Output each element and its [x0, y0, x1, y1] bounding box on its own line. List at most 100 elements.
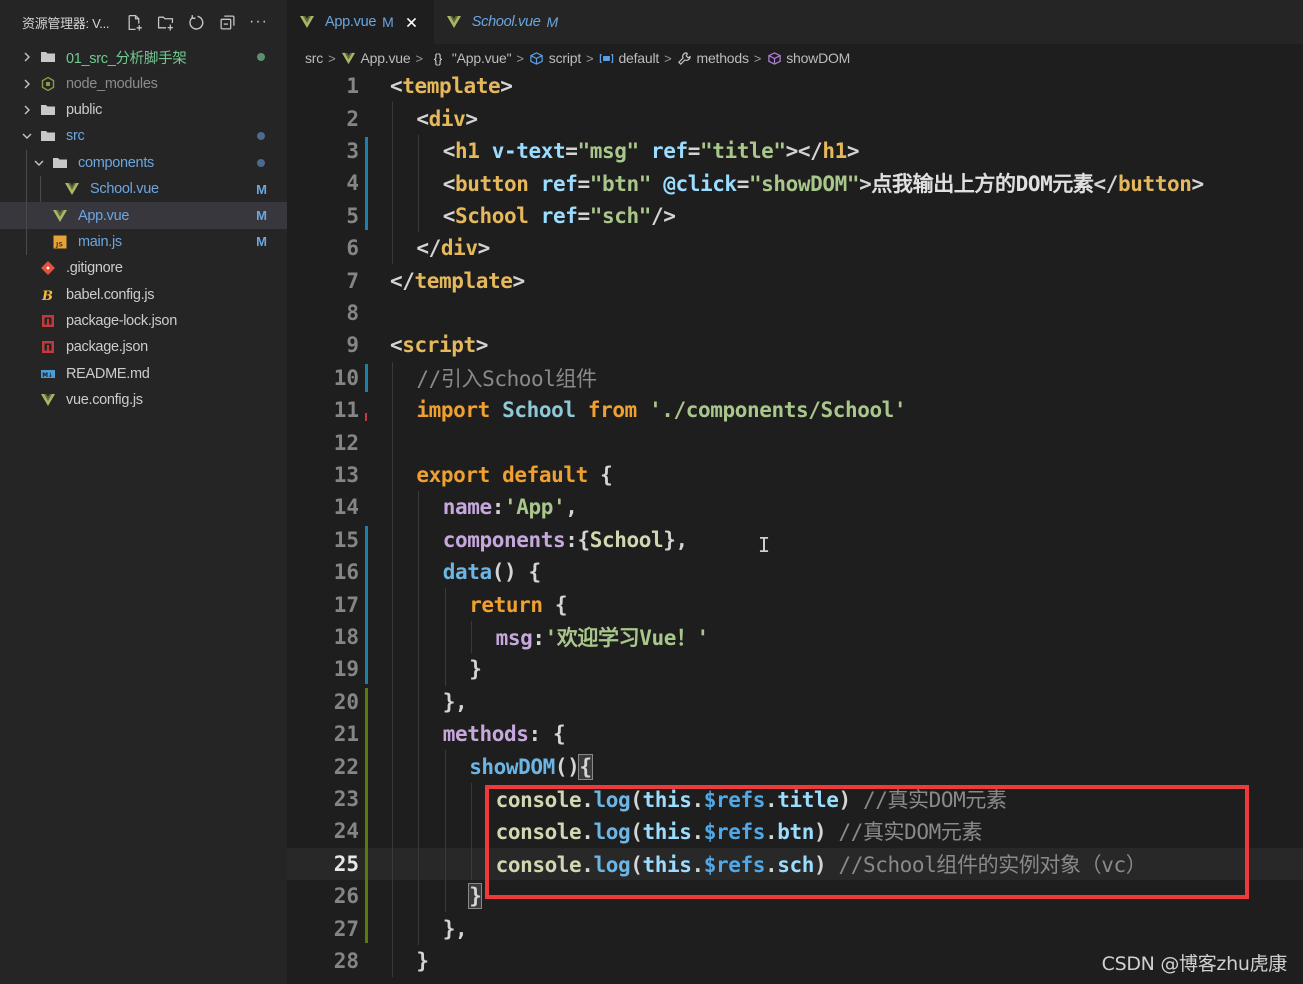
line-number: 17 [333, 592, 359, 617]
chevron-down-icon[interactable] [32, 156, 46, 170]
code-line[interactable]: 20}, [287, 686, 1303, 718]
code-line[interactable]: 5 <School ref="sch"/> [287, 200, 1303, 232]
chevron-down-icon[interactable] [20, 129, 34, 143]
close-icon[interactable] [404, 14, 420, 30]
code-line[interactable]: 3 <h1 v-text="msg" ref="title"></h1> [287, 135, 1303, 167]
line-number: 10 [333, 365, 359, 390]
breadcrumb-default[interactable]: default [598, 50, 659, 66]
code-token: //真实DOM元素 [838, 820, 983, 845]
code-line[interactable]: 13 export default { [287, 459, 1303, 491]
code-line[interactable]: 1 <template> [287, 70, 1303, 102]
code-editor[interactable]: 1 <template> 2 <div> 3 <h1 v-text="msg" ref="… [287, 70, 1303, 984]
code-line[interactable]: 26} [287, 880, 1303, 912]
code-line[interactable]: 25 console.log(this.$refs.sch) //School组件… [287, 847, 1303, 880]
tree-item[interactable]: src [0, 123, 287, 149]
chevron-right-icon[interactable] [20, 103, 34, 117]
gutter-modified-marker[interactable] [365, 363, 368, 392]
tree-item[interactable]: Bbabel.config.js [0, 282, 287, 308]
code-line[interactable]: 16 data() { [287, 556, 1303, 588]
code-line[interactable]: 4 <button ref="btn" @click="showDOM">点我输出… [287, 167, 1303, 199]
breadcrumb-src[interactable]: src [305, 50, 323, 66]
line-number: 3 [346, 138, 359, 163]
tree-item-label: School.vue [90, 181, 159, 198]
tab-app-vue[interactable]: App.vue M [287, 0, 434, 44]
code-line[interactable]: 21 methods: { [287, 718, 1303, 750]
new-folder-icon[interactable] [156, 13, 175, 32]
watermark: CSDN @博客zhu虎康 [1101, 953, 1288, 975]
gutter-modified-marker[interactable] [365, 525, 368, 684]
code-token: export [416, 462, 490, 487]
code-token: ( [630, 820, 643, 845]
tree-item[interactable]: M↓ README.md [0, 361, 287, 387]
code-line[interactable]: 2 <div> [287, 102, 1303, 134]
code-line[interactable]: 19} [287, 653, 1303, 685]
code-line[interactable]: 9 <script> [287, 329, 1303, 361]
breadcrumb-showdom[interactable]: showDOM [766, 50, 850, 66]
tree-item[interactable]: package-lock.json [0, 308, 287, 334]
code-line[interactable]: 8 [287, 297, 1303, 329]
vue-icon [446, 16, 461, 28]
code-token: . [581, 787, 594, 812]
breadcrumb-methods[interactable]: methods [676, 50, 749, 66]
code-line[interactable]: 18 msg:'欢迎学习Vue！' [287, 621, 1303, 653]
code-token: > [465, 106, 478, 131]
tree-item[interactable]: public [0, 97, 287, 123]
code-line[interactable]: 14 name:'App', [287, 491, 1303, 523]
gutter-deleted-marker[interactable] [365, 413, 367, 422]
code-text: data() { [443, 560, 541, 584]
tree-item-label: .gitignore [66, 260, 123, 277]
line-number: 2 [346, 106, 359, 131]
tree-item[interactable]: School.vue M [0, 176, 287, 202]
tree-item[interactable]: 01_src_分析脚手架 [0, 44, 287, 70]
line-number: 1 [346, 74, 359, 99]
tree-item[interactable]: package.json [0, 334, 287, 360]
code-line[interactable]: 6 </div> [287, 232, 1303, 264]
code-line[interactable]: 17 return { [287, 588, 1303, 620]
chevron-right-icon[interactable] [20, 50, 34, 64]
code-line[interactable]: 15 components:{School}, [287, 524, 1303, 556]
tree-item[interactable]: App.vue M [0, 202, 287, 229]
code-line[interactable]: 27}, [287, 912, 1303, 944]
tree-item[interactable]: .gitignore [0, 255, 287, 281]
code-line[interactable]: 12 [287, 426, 1303, 458]
code-line[interactable]: 7 </template> [287, 264, 1303, 296]
code-token: </ [416, 236, 441, 261]
tree-item[interactable]: JS main.js M [0, 229, 287, 255]
new-file-icon[interactable] [125, 13, 144, 32]
code-token: button [1118, 172, 1192, 197]
code-line[interactable]: 23 console.log(this.$refs.title) //真实DOM元… [287, 783, 1303, 815]
folder-icon [40, 128, 56, 144]
breadcrumb-app-vue-module[interactable]: {} "App.vue" [428, 50, 512, 66]
code-line[interactable]: 24 console.log(this.$refs.btn) //真实DOM元素 [287, 815, 1303, 847]
code-text: <h1 v-text="msg" ref="title"></h1> [443, 138, 860, 163]
more-icon[interactable]: ··· [249, 13, 268, 32]
text-cursor-icon: I [758, 533, 771, 557]
breadcrumb-app-vue[interactable]: App.vue [340, 50, 411, 66]
code-line[interactable]: 11 import School from './components/Schoo… [287, 394, 1303, 426]
code-token: < [390, 333, 403, 358]
editor-area: App.vue M School.vue M src > App.vue > {… [287, 0, 1303, 984]
code-text: msg:'欢迎学习Vue！' [496, 622, 710, 652]
code-token: > [859, 172, 872, 197]
code-line[interactable]: 10 //引入School组件 [287, 362, 1303, 394]
chevron-right-icon[interactable] [20, 77, 34, 91]
breadcrumb-script[interactable]: script [529, 50, 581, 66]
refresh-icon[interactable] [187, 13, 206, 32]
code-line[interactable]: 22 showDOM(){ [287, 750, 1303, 782]
modified-badge: M [382, 14, 394, 30]
gutter-added-marker[interactable] [365, 687, 368, 943]
gutter-modified-marker[interactable] [365, 136, 368, 230]
tree-item[interactable]: node_modules [0, 70, 287, 96]
collapse-all-icon[interactable] [218, 13, 237, 32]
code-text: <div> [416, 106, 478, 131]
tree-item[interactable]: components [0, 150, 287, 176]
tree-item[interactable]: vue.config.js [0, 387, 287, 413]
vue-icon [52, 208, 68, 224]
indent-guide [444, 588, 446, 686]
code-token: ></ [785, 138, 823, 163]
code-token: School [502, 398, 576, 423]
breadcrumb-label: src [305, 50, 324, 66]
tab-school-vue[interactable]: School.vue M [434, 0, 572, 44]
indent-guide [471, 620, 473, 654]
